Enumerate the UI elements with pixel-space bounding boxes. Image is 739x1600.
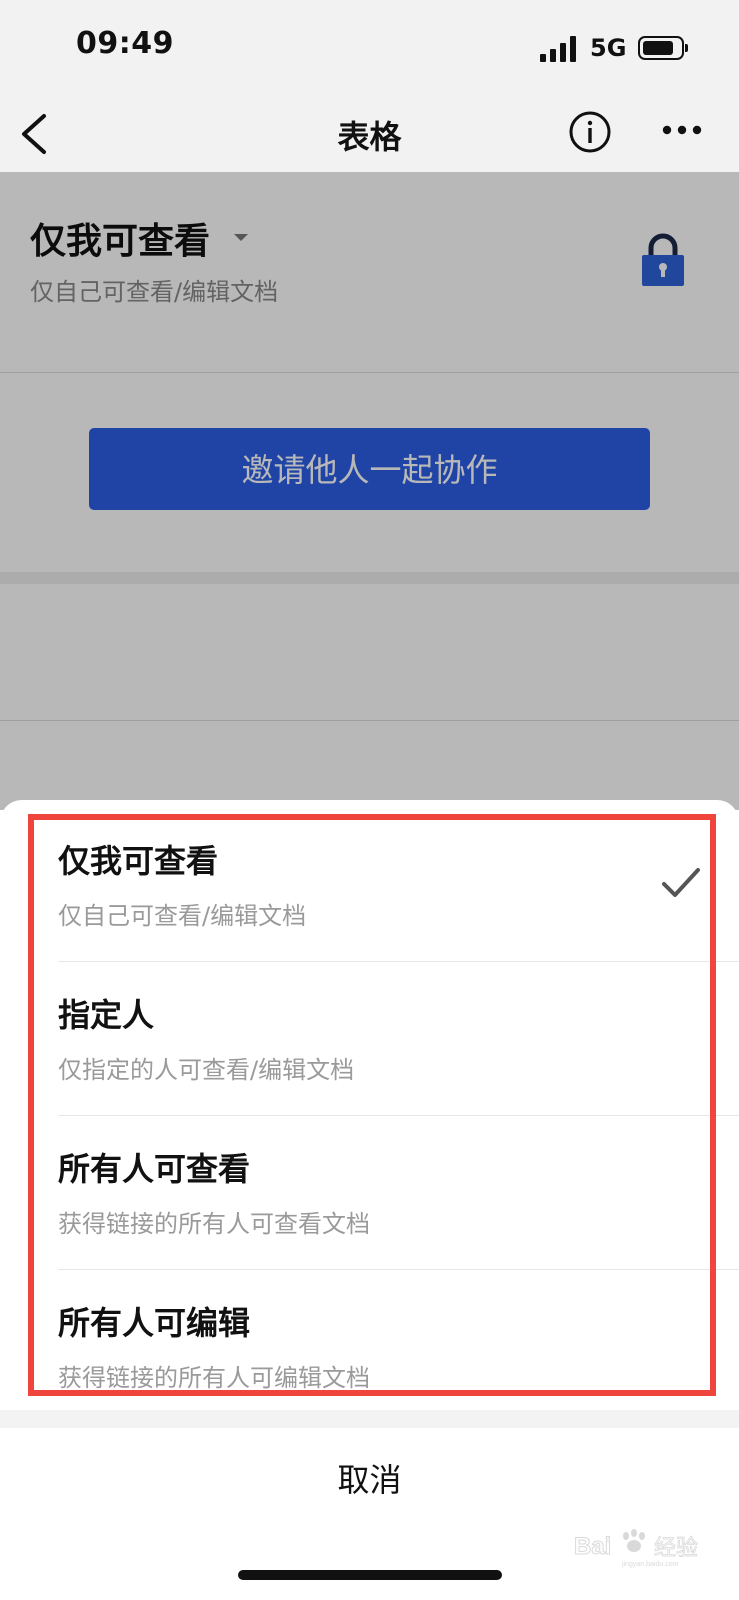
sheet-gap [0,1410,739,1428]
baidu-watermark-logo: Bai du 经验 jingyan.baidu.com [574,1528,714,1568]
option-title: 所有人可查看 [58,1150,251,1188]
status-bar: 09:49 5G [0,0,739,96]
svg-text:Bai: Bai [574,1533,611,1560]
option-everyone-edit[interactable]: 所有人可编辑 获得链接的所有人可编辑文档 [58,1270,739,1424]
nav-bar: 表格 [0,96,739,172]
more-dots-icon[interactable] [660,116,704,144]
option-subtitle: 获得链接的所有人可查看文档 [58,1210,370,1238]
cancel-button[interactable]: 取消 [0,1428,739,1532]
signal-bars-icon [540,36,578,62]
network-type: 5G [590,34,627,62]
option-specified-people[interactable]: 指定人 仅指定的人可查看/编辑文档 [58,962,739,1116]
battery-icon [638,36,688,60]
page-title: 表格 [337,118,402,156]
svg-text:jingyan.baidu.com: jingyan.baidu.com [621,1561,679,1568]
checkmark-icon [661,866,701,900]
svg-text:du: du [622,1548,637,1562]
svg-text:经验: 经验 [654,1536,698,1561]
option-everyone-view[interactable]: 所有人可查看 获得链接的所有人可查看文档 [58,1116,739,1270]
status-time: 09:49 [76,26,174,61]
option-title: 所有人可编辑 [58,1304,251,1342]
option-subtitle: 仅指定的人可查看/编辑文档 [58,1056,355,1084]
option-only-me[interactable]: 仅我可查看 仅自己可查看/编辑文档 [58,808,739,962]
option-title: 指定人 [58,996,155,1034]
option-subtitle: 获得链接的所有人可编辑文档 [58,1364,370,1392]
home-indicator [238,1570,502,1580]
info-circle-icon[interactable] [568,110,612,154]
modal-overlay[interactable] [0,172,739,810]
option-subtitle: 仅自己可查看/编辑文档 [58,902,307,930]
option-title: 仅我可查看 [58,842,219,880]
